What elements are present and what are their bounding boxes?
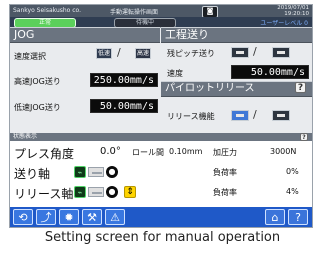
settings-gear-icon[interactable]: ✹ — [59, 209, 79, 225]
process-section: 工程送り 残ピッチ送り / 速度 50.00mm/s — [161, 27, 312, 79]
press-angle-label: プレス角度 — [14, 147, 75, 161]
jog-section: JOG 速度選択 低速 / 高速 高速JOG送り 250.00mm/s 低速JO… — [10, 27, 160, 131]
remain-pitch-label: 残ピッチ送り — [167, 49, 215, 58]
remain-pitch-toggle-off[interactable] — [231, 47, 249, 58]
remain-pitch-toggle-on[interactable] — [272, 47, 290, 58]
feed-axis-label: 送り軸 — [14, 167, 51, 181]
release-axis-label: リリース軸 — [14, 187, 74, 201]
user-level: ユーザーレベル 0 — [260, 20, 308, 27]
feed-axis-link-icon — [88, 167, 104, 177]
lock-icon[interactable]: ⌂ — [265, 209, 285, 225]
release-function-toggle-off[interactable] — [272, 110, 290, 121]
release-load-value: 4% — [286, 187, 299, 196]
low-speed-button[interactable]: 低速 — [96, 48, 112, 59]
roller-label: ロール間 — [132, 148, 164, 157]
press-angle-value: 0.0° — [100, 146, 121, 157]
process-speed-value[interactable]: 50.00mm/s — [231, 65, 309, 79]
status-panel: プレス角度 0.0° ロール間 0.10mm 加圧力 3000N 送り軸 ⌁ ●… — [10, 141, 312, 207]
tool-wrench-icon[interactable]: ⚒ — [82, 209, 102, 225]
screen-title: 手動運転操作画面 — [110, 9, 159, 16]
top-bar: Sankyo Seisakusho co. 手動運転操作画面 ◙ 2019/07… — [10, 5, 312, 18]
status-header: 状態表示 ? — [10, 133, 312, 141]
slash-divider-2: / — [253, 45, 257, 58]
caption-text: Setting screen for manual operation — [44, 230, 281, 245]
pilot-help-icon[interactable]: ? — [295, 82, 306, 93]
pressure-value: 3000N — [270, 147, 297, 156]
roller-value: 0.10mm — [169, 147, 203, 156]
pilot-title: パイロットリリース — [165, 83, 255, 94]
slash-divider-3: / — [253, 108, 257, 121]
pointer-icon[interactable]: ⤴ — [36, 209, 56, 225]
process-header: 工程送り — [161, 27, 312, 43]
speed-select-label: 速度選択 — [14, 52, 46, 61]
feed-axis-motor-icon: ● — [106, 166, 118, 178]
feed-load-label: 負荷率 — [213, 168, 237, 177]
release-axis-yellow-icon: ⇕ — [124, 186, 136, 198]
release-function-toggle-on[interactable] — [231, 110, 249, 121]
help-icon[interactable]: ? — [288, 209, 308, 225]
release-axis-sensor-icon: ⌁ — [74, 186, 86, 198]
pilot-header: パイロットリリース — [161, 81, 312, 97]
process-title: 工程送り — [165, 28, 209, 41]
low-jog-label: 低速JOG送り — [14, 103, 61, 112]
release-axis-motor-icon: ● — [106, 186, 118, 198]
pressure-label: 加圧力 — [213, 148, 237, 157]
process-speed-label: 速度 — [167, 69, 183, 78]
alarm-light-icon[interactable]: ⚠ — [105, 209, 125, 225]
pilot-section: パイロットリリース ? リリース機能 / — [161, 81, 312, 131]
home-cycle-icon[interactable]: ⟲ — [13, 209, 33, 225]
status-title: 状態表示 — [13, 133, 38, 140]
high-jog-value[interactable]: 250.00mm/s — [90, 73, 158, 87]
feed-load-value: 0% — [286, 167, 299, 176]
low-jog-value[interactable]: 50.00mm/s — [90, 99, 158, 113]
mode-bar: 正常 待機中 ユーザーレベル 0 — [10, 17, 312, 28]
jog-title: JOG — [14, 28, 35, 41]
high-speed-button[interactable]: 高速 — [135, 48, 151, 59]
release-function-label: リリース機能 — [167, 112, 215, 121]
release-load-label: 負荷率 — [213, 188, 237, 197]
company-name: Sankyo Seisakusho co. — [13, 7, 82, 14]
feed-axis-sensor-icon: ⌁ — [74, 166, 86, 178]
bottom-toolbar: ⟲ ⤴ ✹ ⚒ ⚠ ⌂ ? — [10, 207, 312, 227]
hmi-screen: Sankyo Seisakusho co. 手動運転操作画面 ◙ 2019/07… — [9, 4, 313, 228]
datetime: 2019/07/01 19:20:10 — [277, 5, 309, 17]
status-help-icon[interactable]: ? — [300, 133, 308, 141]
slash-divider: / — [117, 46, 121, 59]
release-axis-link-icon — [88, 187, 104, 197]
jog-header: JOG — [10, 27, 160, 43]
high-jog-label: 高速JOG送り — [14, 77, 61, 86]
